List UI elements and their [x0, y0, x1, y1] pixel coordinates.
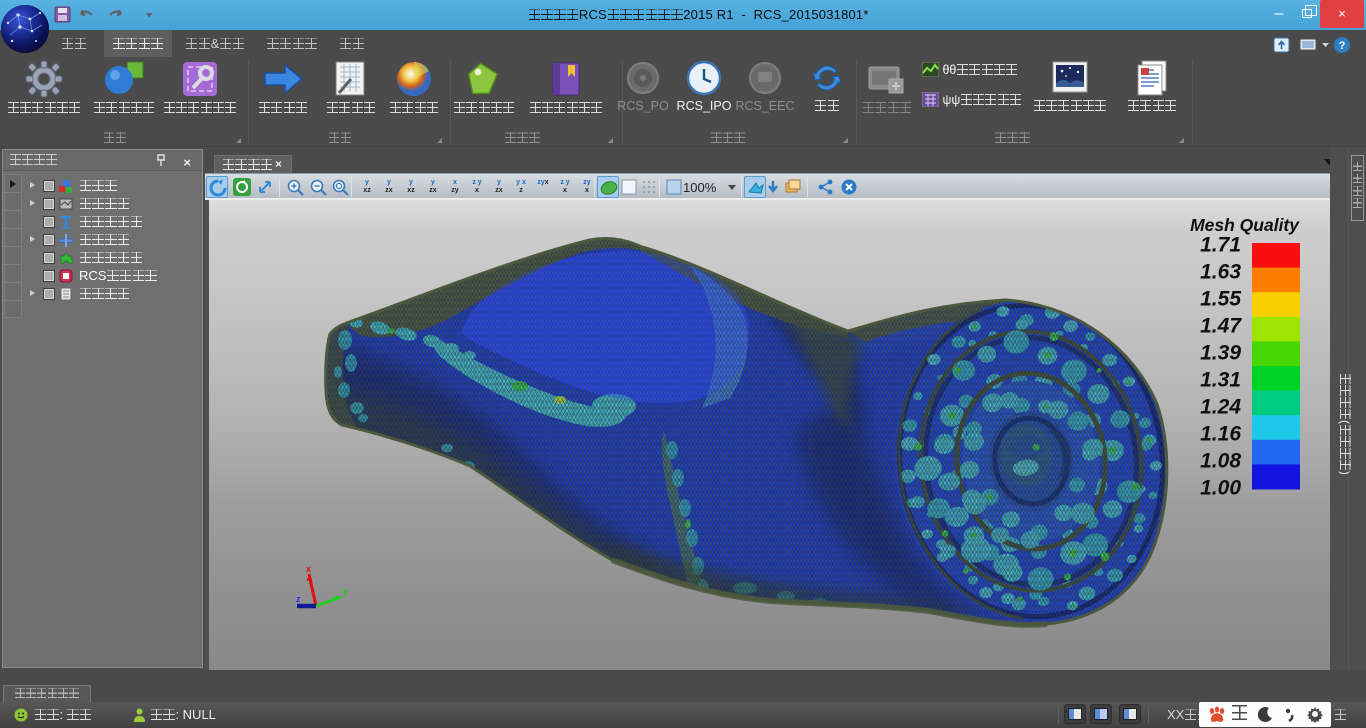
svg-text:z: z [296, 594, 301, 604]
svg-text:?: ? [1339, 40, 1346, 52]
svg-text:1.63: 1.63 [1200, 261, 1241, 284]
svg-text:Mesh Quality: Mesh Quality [1190, 215, 1300, 235]
svg-text:1.71: 1.71 [1200, 234, 1241, 257]
svg-text:1.24: 1.24 [1200, 396, 1241, 419]
svg-text:1.00: 1.00 [1200, 477, 1241, 500]
svg-text:x: x [306, 564, 311, 574]
svg-text:1.55: 1.55 [1200, 288, 1241, 311]
svg-text:1.16: 1.16 [1200, 423, 1241, 446]
svg-text:1.47: 1.47 [1200, 315, 1242, 338]
svg-text:1.39: 1.39 [1200, 342, 1241, 365]
svg-text:y: y [343, 586, 348, 596]
svg-text:1.08: 1.08 [1200, 450, 1241, 473]
svg-text:1.31: 1.31 [1200, 369, 1241, 392]
